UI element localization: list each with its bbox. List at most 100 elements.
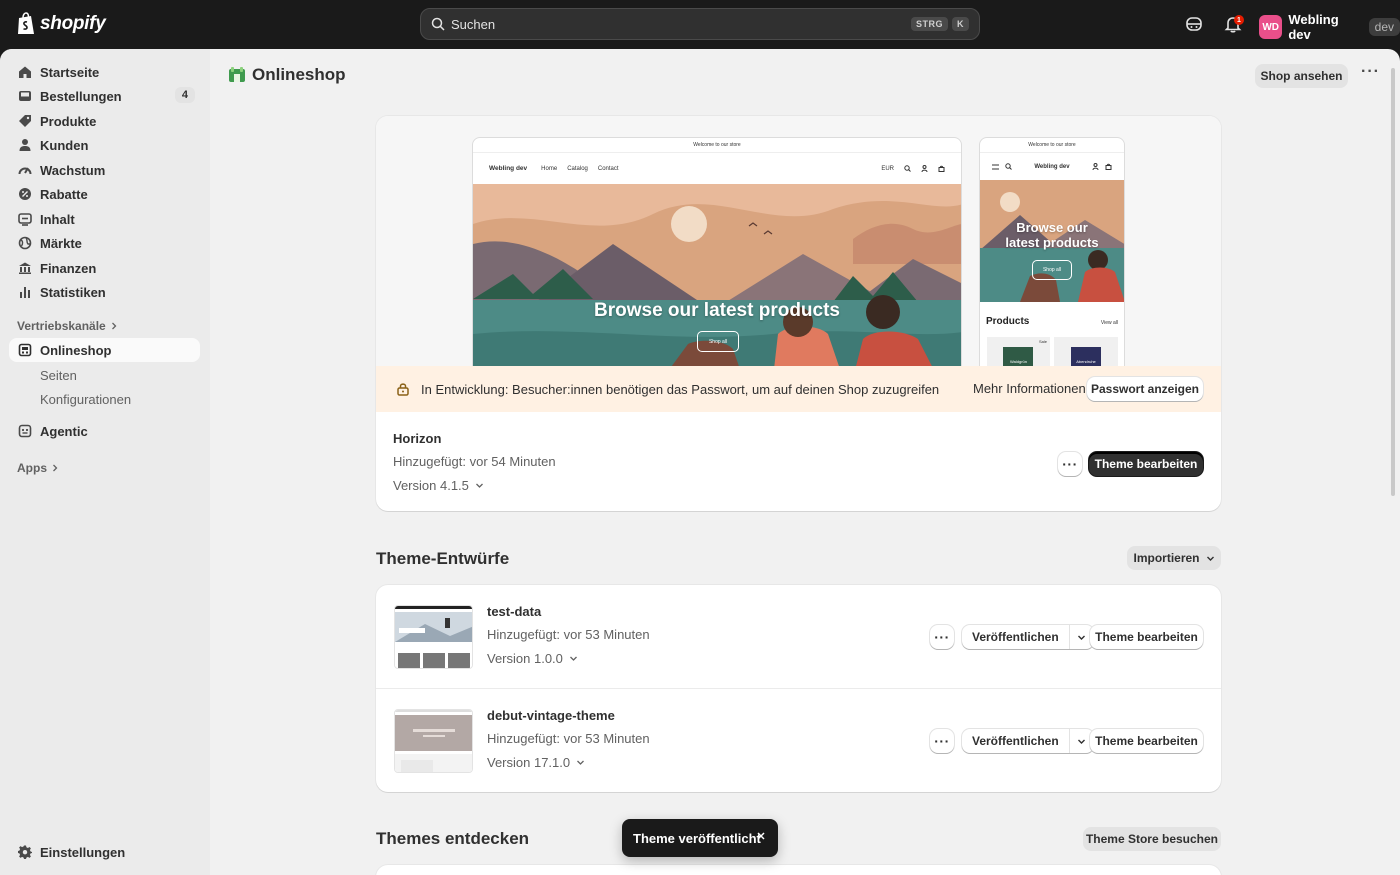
show-password-button[interactable]: Passwort anzeigen [1087, 377, 1203, 401]
shopify-wordmark: shopify [40, 13, 106, 34]
draft-more-button[interactable]: ··· [930, 625, 954, 649]
drafts-card: test-data Hinzugefügt: vor 53 Minuten Ve… [376, 585, 1221, 792]
sidebar-item-label: Agentic [40, 423, 88, 439]
preview-currency: EUR [881, 165, 894, 172]
edit-current-theme-button[interactable]: Theme bearbeiten [1089, 452, 1203, 476]
visit-theme-store-button[interactable]: Theme Store besuchen [1083, 827, 1221, 851]
preview-announcement: Welcome to our store [473, 138, 961, 153]
sidebar-item-label: Inhalt [40, 211, 75, 227]
drafts-section-title: Theme-Entwürfe [376, 549, 510, 568]
preview-store-name: Webling dev [1034, 163, 1070, 170]
publish-split-button: Veröffentlichen [962, 729, 1094, 753]
close-icon[interactable] [756, 831, 766, 841]
publish-button[interactable]: Veröffentlichen [962, 625, 1070, 649]
discount-icon [17, 186, 33, 202]
apps-heading[interactable]: Apps [17, 461, 59, 475]
sidebar-item-label: Einstellungen [40, 844, 126, 860]
main-content: Onlineshop Shop ansehen ··· Welcome to o… [210, 49, 1400, 875]
preview-mobile-nav: Webling dev [980, 153, 1124, 180]
theme-preview[interactable]: Welcome to our store Webling dev Home Ca… [376, 116, 1221, 377]
page-more-actions-icon[interactable]: ··· [1361, 63, 1380, 81]
scrollbar[interactable] [1391, 68, 1395, 496]
sidebar-item-analytics[interactable]: Statistiken [9, 280, 200, 304]
sidebar-item-label: Märkte [40, 235, 82, 251]
thumbnail-image [395, 710, 472, 772]
gear-icon [17, 844, 33, 860]
thumbnail-image [395, 606, 472, 668]
draft-theme-added: Hinzugefügt: vor 53 Minuten [487, 627, 650, 642]
search-icon [431, 17, 445, 31]
sidekick-icon[interactable] [1184, 14, 1204, 34]
publish-button[interactable]: Veröffentlichen [962, 729, 1070, 753]
gauge-icon [17, 162, 33, 178]
draft-theme-added: Hinzugefügt: vor 53 Minuten [487, 731, 650, 746]
page-header: Onlineshop [228, 65, 346, 85]
preview-hero-title-line-2: latest products [1005, 235, 1099, 250]
current-theme-added: Hinzugefügt: vor 54 Minuten [393, 454, 556, 469]
preview-cart-icon [1105, 163, 1112, 170]
current-theme-name: Horizon [393, 431, 442, 446]
chevron-down-icon [1206, 556, 1214, 561]
sidebar-item-customers[interactable]: Kunden [9, 133, 200, 157]
sidebar-item-agentic[interactable]: Agentic [9, 419, 200, 443]
password-banner: In Entwicklung: Besucher:innen benötigen… [376, 366, 1221, 412]
draft-more-button[interactable]: ··· [930, 729, 954, 753]
import-dropdown[interactable]: Importieren [1127, 546, 1221, 570]
preview-product-title: Waldgrün [1010, 359, 1027, 364]
sidebar-item-products[interactable]: Produkte [9, 109, 200, 133]
draft-theme-version[interactable]: Version 1.0.0 [487, 651, 578, 666]
current-theme-version[interactable]: Version 4.1.5 [393, 478, 484, 493]
edit-theme-button[interactable]: Theme bearbeiten [1090, 729, 1203, 753]
lock-icon [397, 383, 409, 396]
preview-menu-icon [992, 164, 999, 169]
search-input[interactable]: Suchen STRG K [420, 8, 980, 40]
sidebar-item-label: Finanzen [40, 260, 97, 276]
globe-icon [17, 235, 33, 251]
toast-message: Theme veröffentlicht [633, 830, 761, 846]
shopify-logo[interactable]: shopify [16, 12, 106, 36]
row-divider [376, 688, 1221, 689]
preview-hero-title-line-1: Browse our [1016, 220, 1088, 235]
preview-cart-icon [938, 165, 945, 172]
preview-sale-badge: Sale [1038, 339, 1047, 344]
sidebar-item-settings[interactable]: Einstellungen [9, 840, 200, 864]
preview-shop-all-button: Shop all [697, 331, 739, 352]
view-shop-button[interactable]: Shop ansehen [1255, 64, 1348, 88]
sidebar-item-markets[interactable]: Märkte [9, 231, 200, 255]
account-menu[interactable]: WD Webling dev dev [1259, 12, 1400, 42]
account-name: Webling dev [1288, 12, 1339, 42]
sidebar-item-discounts[interactable]: Rabatte [9, 182, 200, 206]
mobile-preview: Welcome to our store Webling dev Browse … [979, 137, 1125, 377]
sidebar-item-content[interactable]: Inhalt [9, 207, 200, 231]
preview-view-all-link: View all [1100, 320, 1118, 326]
theme-thumbnail [394, 605, 473, 669]
sales-channels-heading[interactable]: Vertriebskanäle [17, 319, 118, 333]
more-info-link[interactable]: Mehr Informationen [973, 381, 1086, 396]
sidebar-subitem-pages[interactable]: Seiten [40, 368, 77, 383]
import-label: Importieren [1133, 551, 1200, 565]
sidebar-item-label: Statistiken [40, 284, 106, 300]
store-badge: dev [1368, 18, 1400, 36]
preview-hero: Browse our latest products Shop all [473, 184, 961, 376]
version-label: Version 4.1.5 [393, 478, 469, 493]
preview-search-icon [904, 165, 911, 172]
edit-theme-button[interactable]: Theme bearbeiten [1090, 625, 1203, 649]
sidebar-item-orders[interactable]: Bestellungen 4 [9, 84, 200, 108]
sidebar-subitem-configurations[interactable]: Konfigurationen [40, 392, 131, 407]
search-placeholder: Suchen [451, 16, 496, 32]
draft-theme-name: test-data [487, 604, 542, 619]
sidebar-item-online-store[interactable]: Onlineshop [9, 338, 200, 362]
chevron-right-icon [111, 322, 117, 330]
sidebar-item-growth[interactable]: Wachstum [9, 158, 200, 182]
top-bar: shopify Suchen STRG K 1 WD Webling dev d… [0, 0, 1400, 49]
current-theme-more-button[interactable]: ··· [1058, 452, 1082, 476]
shortcut-mod-key: STRG [910, 17, 948, 31]
preview-nav: Webling dev Home Catalog Contact EUR [473, 153, 961, 184]
orders-count-badge: 4 [174, 87, 195, 103]
sidebar-item-finance[interactable]: Finanzen [9, 256, 200, 280]
chart-icon [17, 284, 33, 300]
sidebar-item-label: Produkte [40, 113, 97, 129]
chevron-down-icon [1078, 635, 1086, 640]
draft-theme-version[interactable]: Version 17.1.0 [487, 755, 585, 770]
sidebar-item-home[interactable]: Startseite [9, 60, 200, 84]
